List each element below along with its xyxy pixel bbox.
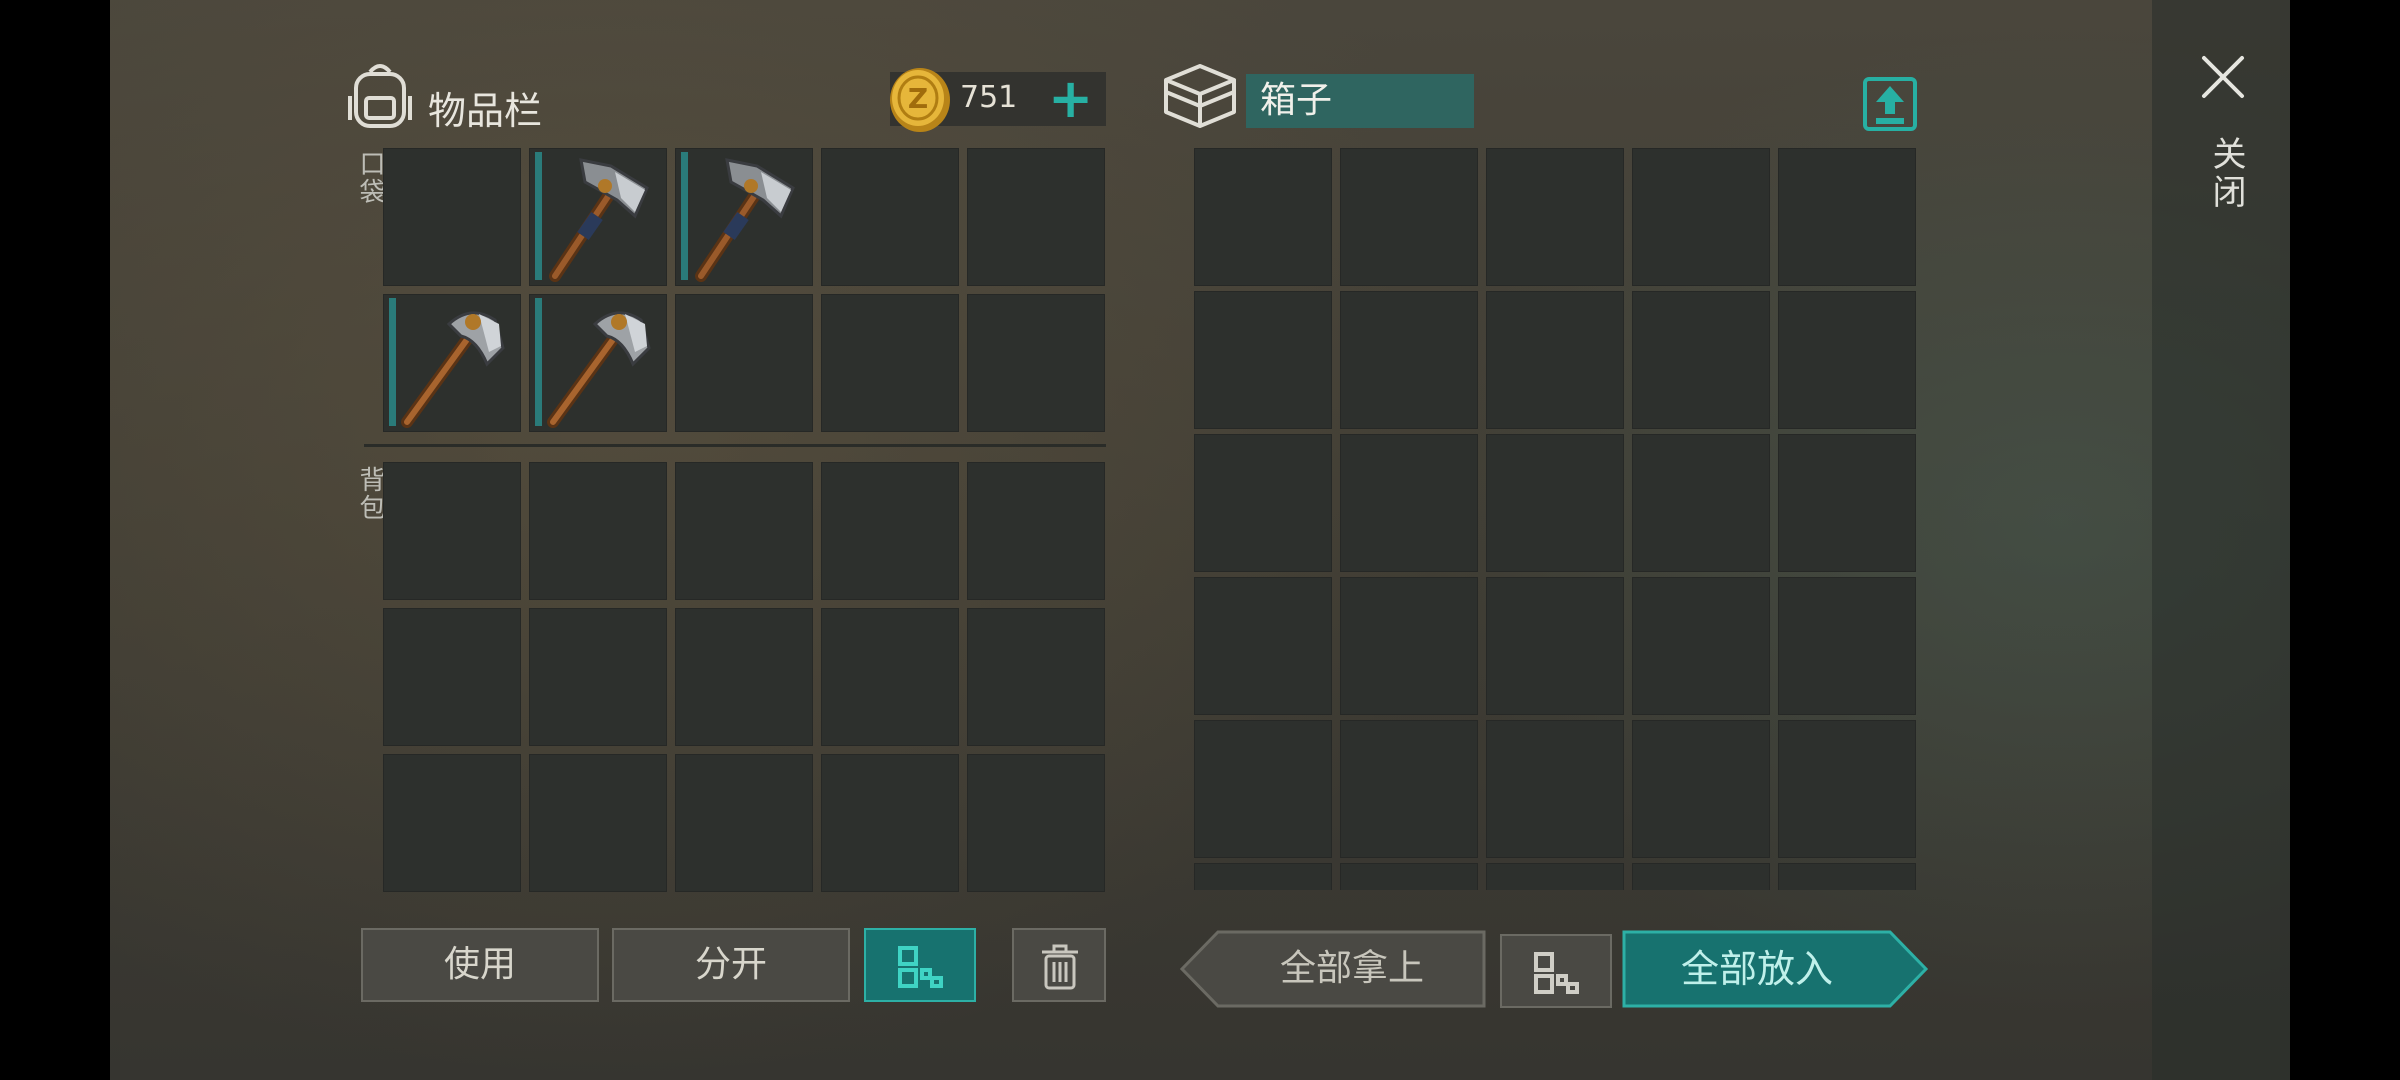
container-slot[interactable] [1632,148,1770,286]
pocket-slot[interactable] [529,148,667,286]
backpack-slot[interactable] [529,754,667,892]
hatchet-icon [695,158,795,282]
use-button[interactable]: 使用 [361,928,599,1002]
container-slot[interactable] [1340,291,1478,429]
pocket-slot[interactable] [967,148,1105,286]
backpack-slot[interactable] [383,754,521,892]
backpack-slot[interactable] [967,462,1105,600]
grid-sort-icon [1534,952,1579,994]
pocket-slot[interactable] [675,148,813,286]
container-grid [1194,148,1918,890]
screen-edge [2290,0,2400,1080]
container-slot[interactable] [1486,863,1624,890]
sort-inventory-button[interactable] [864,928,976,1002]
container-slot[interactable] [1632,577,1770,715]
container-slot[interactable] [1340,577,1478,715]
pocket-slot[interactable] [967,294,1105,432]
container-slot[interactable] [1194,863,1332,890]
pocket-slot[interactable] [383,294,521,432]
backpack-slot[interactable] [383,462,521,600]
container-slot[interactable] [1340,434,1478,572]
container-slot[interactable] [1778,148,1916,286]
backpack-slot[interactable] [967,608,1105,746]
container-slot[interactable] [1486,720,1624,858]
pocket-slot[interactable] [821,148,959,286]
pocket-slot[interactable] [675,294,813,432]
section-divider [364,444,1106,447]
container-slot[interactable] [1632,434,1770,572]
container-slot[interactable] [1632,863,1770,890]
backpack-slot[interactable] [821,754,959,892]
use-button-label: 使用 [443,944,516,985]
pocket-slot[interactable] [821,294,959,432]
inventory-title: 物品栏 [428,89,543,133]
container-slot[interactable] [1778,863,1916,890]
container-icon [1164,64,1236,128]
delete-button[interactable] [1012,928,1106,1002]
container-slot[interactable] [1486,291,1624,429]
take-all-button-label: 全部拿上 [1279,948,1424,989]
backpack-slot[interactable] [967,754,1105,892]
grid-sort-icon [898,946,943,988]
trash-icon [1042,944,1078,990]
container-name: 箱子 [1246,74,1474,128]
backpack-slot[interactable] [821,462,959,600]
put-all-button-label: 全部放入 [1680,947,1833,991]
pickaxe-icon [401,311,505,428]
container-slot[interactable] [1486,148,1624,286]
container-slot[interactable] [1778,720,1916,858]
container-slot[interactable] [1778,434,1916,572]
close-label[interactable]: 关闭 [2202,136,2251,212]
split-button-label: 分开 [694,944,767,985]
close-icon[interactable] [2200,54,2246,100]
coin-icon: Z [890,68,950,132]
container-slot[interactable] [1778,291,1916,429]
put-all-button[interactable]: 全部放入 [1624,930,1890,1008]
container-slot[interactable] [1194,148,1332,286]
container-slot[interactable] [1486,434,1624,572]
backpack-slot[interactable] [675,462,813,600]
take-all-button[interactable]: 全部拿上 [1220,930,1484,1008]
coin-count: 751 [960,80,1018,115]
backpack-icon [348,64,412,128]
backpack-slot[interactable] [821,608,959,746]
backpack-slot[interactable] [529,462,667,600]
container-slot[interactable] [1486,577,1624,715]
container-slot[interactable] [1194,720,1332,858]
backpack-slot[interactable] [675,608,813,746]
svg-text:Z: Z [908,82,928,115]
container-slot[interactable] [1194,291,1332,429]
container-slot[interactable] [1632,291,1770,429]
container-slot[interactable] [1340,148,1478,286]
container-slot[interactable] [1194,434,1332,572]
container-slot[interactable] [1632,720,1770,858]
backpack-slot[interactable] [675,754,813,892]
container-slot[interactable] [1778,577,1916,715]
pickaxe-icon [547,311,651,428]
container-slot[interactable] [1340,720,1478,858]
backpack-slot[interactable] [529,608,667,746]
pocket-slot[interactable] [529,294,667,432]
add-coins-button[interactable]: + [1048,72,1093,126]
container-slot[interactable] [1194,577,1332,715]
container-slot[interactable] [1340,863,1478,890]
backpack-slot[interactable] [383,608,521,746]
sort-container-button[interactable] [1500,934,1612,1008]
hatchet-icon [549,158,649,282]
upload-icon[interactable] [1862,76,1918,132]
split-button[interactable]: 分开 [612,928,850,1002]
pocket-slot[interactable] [383,148,521,286]
